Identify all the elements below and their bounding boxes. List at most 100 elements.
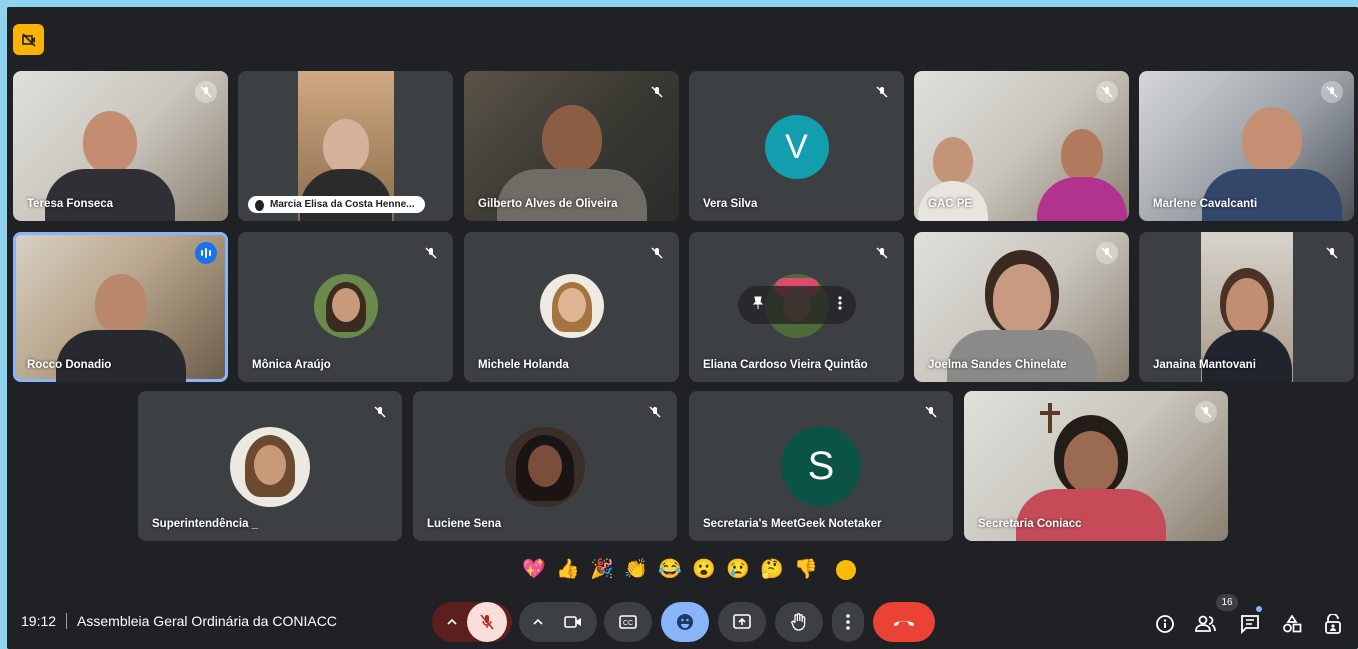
participant-name: Janaina Mantovani bbox=[1153, 359, 1256, 371]
meeting-info: 19:12 Assembleia Geral Ordinária da CONI… bbox=[21, 613, 337, 629]
more-vert-icon bbox=[846, 614, 850, 630]
participant-tile[interactable]: Superintendência _ bbox=[138, 391, 402, 541]
activities-button[interactable] bbox=[1280, 612, 1304, 636]
participant-count-badge: 16 bbox=[1216, 594, 1238, 611]
participant-name: Secretaria's MeetGeek Notetaker bbox=[703, 518, 882, 530]
participant-tile[interactable]: Marcia Elisa da Costa Henne... bbox=[238, 71, 453, 221]
crucifix-bar bbox=[1040, 411, 1060, 415]
mic-options-chevron-up-icon[interactable] bbox=[437, 619, 467, 625]
people-button[interactable] bbox=[1194, 612, 1218, 636]
participant-avatar: S bbox=[781, 426, 861, 506]
camera-options-chevron-up-icon[interactable] bbox=[523, 619, 553, 625]
participant-name: Michele Holanda bbox=[478, 359, 569, 371]
participant-tile[interactable]: Michele Holanda bbox=[464, 232, 679, 382]
mic-muted-icon bbox=[1321, 81, 1343, 103]
pin-icon bbox=[255, 200, 264, 211]
participant-avatar: V bbox=[764, 115, 829, 179]
participant-avatar bbox=[230, 427, 310, 507]
participant-tile[interactable]: Joelma Sandes Chinelate bbox=[914, 232, 1129, 382]
reactions-button[interactable] bbox=[661, 602, 709, 642]
mic-muted-icon bbox=[1195, 401, 1217, 423]
participant-name: Superintendência _ bbox=[152, 518, 259, 530]
speaking-indicator-icon bbox=[195, 242, 217, 264]
participant-tile[interactable]: S Secretaria's MeetGeek Notetaker bbox=[689, 391, 953, 541]
raise-hand-icon bbox=[791, 613, 806, 631]
info-icon bbox=[1156, 615, 1174, 633]
participant-name: Eliana Cardoso Vieira Quintão bbox=[703, 359, 868, 371]
emoji-icon bbox=[677, 614, 693, 630]
activities-shapes-icon bbox=[1283, 614, 1302, 633]
reaction-thinking[interactable]: 🤔 bbox=[760, 558, 784, 582]
camera-off-indicator-icon[interactable] bbox=[13, 24, 44, 55]
chat-button[interactable] bbox=[1238, 612, 1262, 636]
reaction-bar: 💖 👍 🎉 👏 😂 😮 😢 🤔 👎 bbox=[522, 555, 856, 585]
mic-muted-icon bbox=[871, 81, 893, 103]
meet-window: Teresa Fonseca Marcia Elisa da Costa Hen… bbox=[7, 7, 1358, 649]
camera-toggle-button[interactable] bbox=[553, 615, 593, 629]
tile-hover-controls[interactable] bbox=[737, 286, 856, 324]
mic-muted-icon bbox=[1321, 242, 1343, 264]
chat-icon bbox=[1241, 615, 1259, 634]
reaction-laughing[interactable]: 😂 bbox=[658, 558, 682, 582]
reaction-thumbs-up[interactable]: 👍 bbox=[556, 558, 580, 582]
participant-tile[interactable]: Luciene Sena bbox=[413, 391, 677, 541]
captions-button[interactable]: CC bbox=[604, 602, 652, 642]
host-controls-button[interactable] bbox=[1321, 612, 1345, 636]
skin-tone-selector[interactable] bbox=[836, 560, 856, 580]
mic-muted-icon bbox=[420, 242, 442, 264]
reaction-thumbs-down[interactable]: 👎 bbox=[794, 558, 818, 582]
reaction-party-popper[interactable]: 🎉 bbox=[590, 558, 614, 582]
video-camera-icon bbox=[564, 616, 581, 628]
mic-muted-icon bbox=[369, 401, 391, 423]
participant-name: Mônica Araújo bbox=[252, 359, 331, 371]
mic-muted-icon bbox=[871, 242, 893, 264]
participant-tile[interactable]: Janaina Mantovani bbox=[1139, 232, 1354, 382]
more-options-icon[interactable] bbox=[837, 295, 842, 315]
meeting-time: 19:12 bbox=[21, 613, 57, 629]
participant-avatar bbox=[313, 274, 378, 338]
present-screen-button[interactable] bbox=[718, 602, 766, 642]
participant-name: Joelma Sandes Chinelate bbox=[928, 359, 1067, 371]
meeting-title: Assembleia Geral Ordinária da CONIACC bbox=[77, 613, 337, 629]
mic-off-icon bbox=[480, 614, 494, 630]
reaction-clapping[interactable]: 👏 bbox=[624, 558, 648, 582]
more-options-button[interactable] bbox=[832, 602, 864, 642]
crucifix-icon bbox=[1048, 403, 1052, 433]
participant-name: Luciene Sena bbox=[427, 518, 502, 530]
camera-control-group bbox=[519, 602, 597, 642]
pin-icon[interactable] bbox=[752, 296, 764, 315]
participant-tile[interactable]: Eliana Cardoso Vieira Quintão bbox=[689, 232, 904, 382]
people-icon bbox=[1195, 615, 1216, 632]
reaction-surprised[interactable]: 😮 bbox=[692, 558, 716, 582]
participant-tile[interactable]: Mônica Araújo bbox=[238, 232, 453, 382]
mic-muted-icon bbox=[195, 81, 217, 103]
reaction-sparkling-heart[interactable]: 💖 bbox=[522, 558, 546, 582]
participant-tile[interactable]: Gilberto Alves de Oliveira bbox=[464, 71, 679, 221]
participant-name: Marlene Cavalcanti bbox=[1153, 198, 1258, 210]
reaction-crying[interactable]: 😢 bbox=[726, 558, 750, 582]
participant-name: Gilberto Alves de Oliveira bbox=[478, 198, 618, 210]
lock-person-icon bbox=[1325, 614, 1341, 634]
participant-tile[interactable]: Marlene Cavalcanti bbox=[1139, 71, 1354, 221]
mic-muted-icon bbox=[644, 401, 666, 423]
participant-avatar bbox=[539, 274, 604, 338]
raise-hand-button[interactable] bbox=[775, 602, 823, 642]
participant-tile-active-speaker[interactable]: Rocco Donadio bbox=[13, 232, 228, 382]
mic-muted-icon bbox=[920, 401, 942, 423]
participant-name: Vera Silva bbox=[703, 198, 758, 210]
participant-avatar bbox=[505, 427, 585, 507]
participant-tile[interactable]: Secretaria Coniacc bbox=[964, 391, 1228, 541]
leave-call-button[interactable] bbox=[873, 602, 935, 642]
hang-up-icon bbox=[894, 621, 914, 626]
mic-muted-icon bbox=[1096, 242, 1118, 264]
participant-tile[interactable]: Teresa Fonseca bbox=[13, 71, 228, 221]
participant-tile[interactable]: V Vera Silva bbox=[689, 71, 904, 221]
closed-captions-icon: CC bbox=[619, 615, 637, 629]
meeting-details-button[interactable] bbox=[1153, 612, 1177, 636]
microphone-toggle-button[interactable] bbox=[467, 602, 507, 642]
participant-name: GAC PE bbox=[928, 198, 973, 210]
participant-name: Rocco Donadio bbox=[27, 359, 112, 371]
participant-name: Marcia Elisa da Costa Henne... bbox=[248, 196, 425, 213]
divider bbox=[66, 613, 68, 629]
participant-tile[interactable]: GAC PE bbox=[914, 71, 1129, 221]
